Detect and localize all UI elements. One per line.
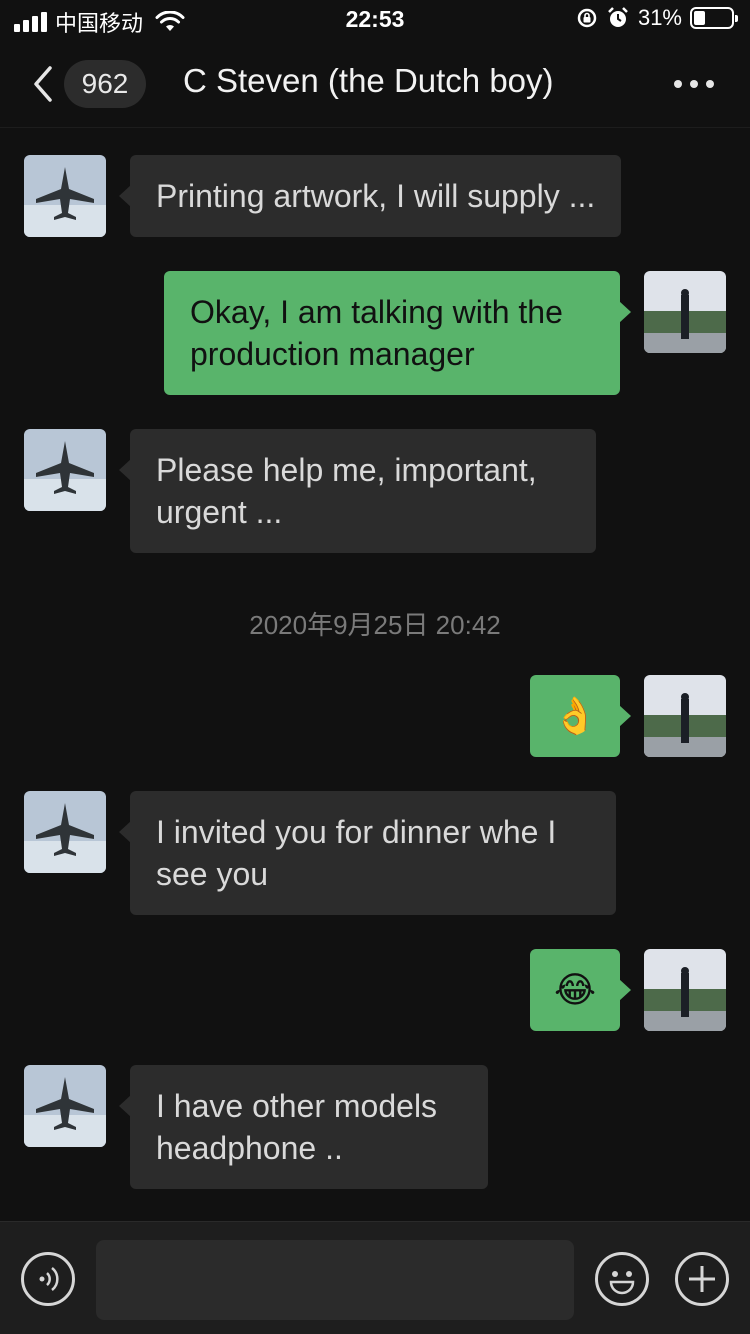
- contact-avatar[interactable]: [24, 155, 106, 237]
- message-text: I have other models headphone ..: [156, 1088, 438, 1166]
- my-avatar[interactable]: [644, 271, 726, 353]
- battery-percent: 31%: [637, 5, 682, 30]
- input-bar: [0, 1221, 750, 1334]
- person-photo-icon: [644, 675, 726, 757]
- dot-icon: [674, 80, 682, 88]
- ok-hand-icon: 👌: [552, 695, 598, 736]
- outgoing-message[interactable]: 👌: [530, 675, 631, 757]
- dot-icon: [690, 80, 698, 88]
- message-input[interactable]: [96, 1240, 574, 1320]
- smiley-icon: [609, 1271, 635, 1295]
- my-avatar[interactable]: [644, 949, 726, 1031]
- voice-input-button[interactable]: [21, 1252, 75, 1306]
- incoming-message[interactable]: Printing artwork, I will supply ...: [118, 155, 622, 237]
- emoji-button[interactable]: [595, 1252, 649, 1306]
- unread-count-badge[interactable]: 962: [64, 60, 146, 108]
- incoming-message[interactable]: I have other models headphone ..: [119, 1065, 488, 1189]
- battery-level: [694, 11, 706, 25]
- fighter-jet-icon: [24, 1065, 106, 1147]
- status-bar: 中国移动 22:53 31%: [0, 0, 750, 40]
- voice-icon: [39, 1267, 59, 1291]
- contact-avatar[interactable]: [24, 1065, 106, 1147]
- dot-icon: [706, 80, 714, 88]
- more-actions-button[interactable]: [675, 1252, 729, 1306]
- message-text: I invited you for dinner whe I see you: [156, 814, 557, 892]
- battery-icon: [690, 7, 738, 29]
- message-text: Please help me, important, urgent ...: [156, 452, 537, 530]
- outgoing-message[interactable]: Okay, I am talking with the production m…: [164, 271, 631, 395]
- chat-title: C Steven (the Dutch boy): [183, 62, 554, 99]
- fighter-jet-icon: [24, 155, 106, 237]
- orientation-lock-icon: [577, 8, 597, 28]
- more-options-button[interactable]: [674, 70, 718, 98]
- plus-icon: [689, 1266, 715, 1292]
- laughing-crying-icon: 😂: [553, 969, 597, 1010]
- fighter-jet-icon: [24, 429, 106, 511]
- fighter-jet-icon: [24, 791, 106, 873]
- my-avatar[interactable]: [644, 675, 726, 757]
- incoming-message[interactable]: Please help me, important, urgent ...: [119, 429, 596, 553]
- nav-bar: 962 C Steven (the Dutch boy): [0, 40, 750, 128]
- person-photo-icon: [644, 949, 726, 1031]
- contact-avatar[interactable]: [24, 791, 106, 873]
- back-icon[interactable]: [26, 64, 66, 104]
- message-text: Okay, I am talking with the production m…: [190, 294, 563, 372]
- outgoing-message[interactable]: 😂: [530, 949, 631, 1031]
- status-right: 31%: [576, 5, 738, 31]
- message-timestamp: 2020年9月25日 20:42: [249, 610, 501, 640]
- contact-avatar[interactable]: [24, 429, 106, 511]
- person-photo-icon: [644, 271, 726, 353]
- message-list: Printing artwork, I will supply ... Okay…: [0, 128, 750, 1221]
- alarm-icon: [608, 7, 628, 27]
- incoming-message[interactable]: I invited you for dinner whe I see you: [119, 791, 616, 915]
- message-text: Printing artwork, I will supply ...: [156, 178, 596, 214]
